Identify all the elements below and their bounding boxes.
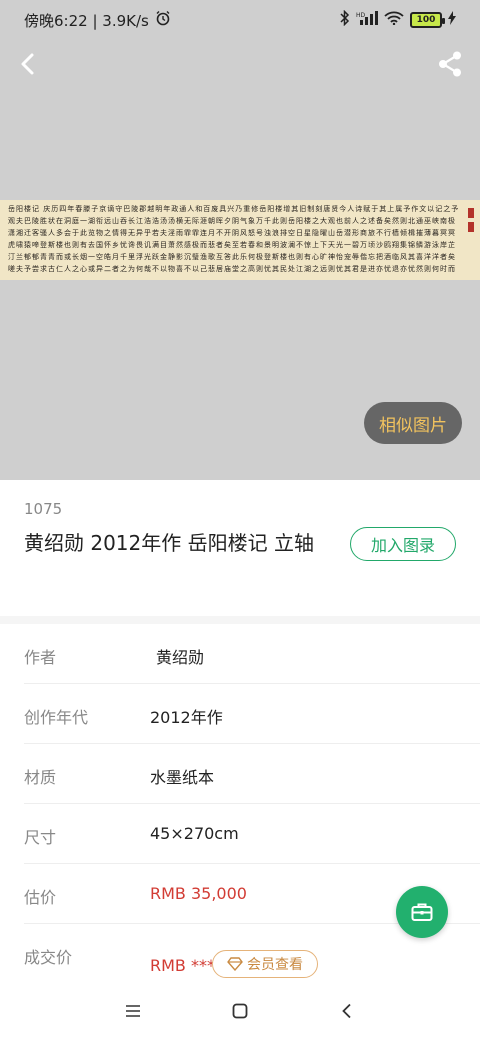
chevron-left-icon [21,53,34,75]
seal-stamp [468,222,474,232]
back-arrow-icon [341,1003,351,1019]
system-navigation-bar [0,982,480,1040]
share-button[interactable] [434,48,466,80]
home-square-icon [232,1003,248,1019]
member-view-label: 会员查看 [247,957,303,973]
back-nav-button[interactable] [327,991,367,1031]
detail-value: 黄绍勋 [156,648,205,667]
detail-row-material: 材质 水墨纸本 [24,744,480,804]
artwork-image-area[interactable]: 傍晚6:22 | 3.9K/s HD 100 岳阳楼记 庆历四年春滕子京谪守巴陵… [0,0,480,480]
share-icon [439,51,461,77]
calligraphy-scroll-image: 岳阳楼记 庆历四年春滕子京谪守巴陵郡越明年政通人和百废具兴乃重修岳阳楼增其旧制刻… [0,200,480,280]
similar-images-button[interactable]: 相似图片 [364,402,462,444]
calligraphy-text: 岳阳楼记 庆历四年春滕子京谪守巴陵郡越明年政通人和百废具兴乃重修岳阳楼增其旧制刻… [8,205,460,273]
detail-row-author: 作者 黄绍勋 [24,624,480,684]
seal-stamp [468,208,474,218]
bluetooth-icon [340,9,350,30]
signal-icon: HD [356,11,378,29]
member-view-button[interactable]: 会员查看 [212,950,318,978]
battery-indicator: 100 [410,12,445,28]
svg-text:HD: HD [356,12,366,19]
detail-label: 估价 [24,888,57,907]
detail-value: 45×270cm [150,824,239,843]
add-to-catalog-button[interactable]: 加入图录 [350,527,456,561]
back-button[interactable] [12,48,44,80]
detail-label: 成交价 [24,948,73,967]
charging-icon [448,11,456,29]
home-nav-button[interactable] [220,991,260,1031]
detail-row-size: 尺寸 45×270cm [24,804,480,864]
detail-label: 作者 [24,648,57,667]
menu-icon [126,1005,141,1017]
detail-row-year: 创作年代 2012年作 [24,684,480,744]
detail-value: 2012年作 [150,708,223,727]
estimate-price: RMB 35,000 [150,884,247,903]
lot-info-card: 1075 黄绍勋 2012年作 岳阳楼记 立轴 加入图录 [0,480,480,616]
status-bar: 傍晚6:22 | 3.9K/s HD 100 [0,0,480,40]
briefcase-fab-button[interactable] [396,886,448,938]
lot-title: 黄绍勋 2012年作 岳阳楼记 立轴 [24,531,314,555]
wifi-icon [384,11,404,29]
detail-label: 材质 [24,768,57,787]
diamond-icon [227,957,243,971]
detail-value: 水墨纸本 [150,768,215,787]
status-time-speed: 傍晚6:22 | 3.9K/s [24,11,149,30]
lot-number: 1075 [24,500,63,518]
detail-label: 尺寸 [24,828,57,847]
menu-nav-button[interactable] [113,991,153,1031]
detail-label: 创作年代 [24,708,89,727]
alarm-icon [155,10,171,30]
briefcase-icon [411,903,433,921]
section-divider [0,616,480,624]
